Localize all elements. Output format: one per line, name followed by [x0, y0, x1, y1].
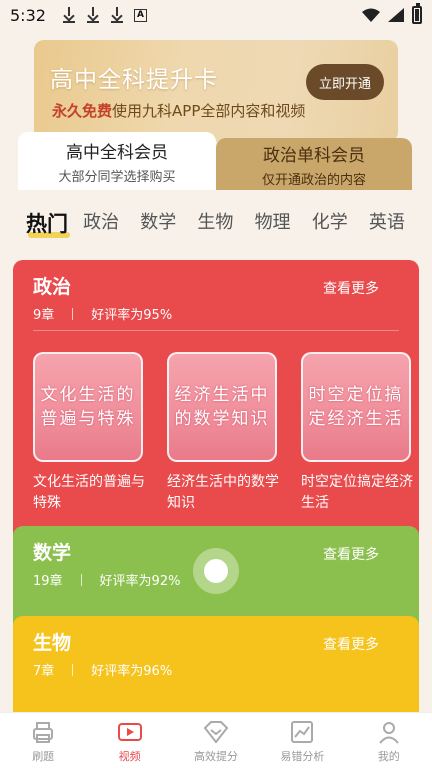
- member-tab-subtitle: 仅开通政治的内容: [261, 172, 366, 188]
- rating-text: 好评率为92%: [99, 574, 181, 589]
- course-thumbnail[interactable]: 经济生活中的数学知识: [167, 352, 277, 462]
- download-icon: [62, 7, 76, 23]
- tab-english[interactable]: 英语: [369, 208, 426, 244]
- nav-label: 刷题: [32, 749, 55, 763]
- a-notification-icon: A: [133, 8, 147, 22]
- download-icon: [110, 7, 124, 23]
- wifi-icon: [362, 8, 380, 22]
- card-meta: 7章 好评率为96%: [33, 660, 172, 679]
- chapter-count: 9章: [33, 308, 55, 323]
- banner-title: 高中全科提升卡: [50, 67, 218, 93]
- activate-now-button[interactable]: 立即开通: [306, 64, 384, 100]
- tab-all-subjects-member[interactable]: 高中全科会员 大部分同学选择购买: [18, 132, 216, 190]
- tab-politics-member[interactable]: 政治单科会员 仅开通政治的内容: [216, 138, 412, 190]
- promo-banner[interactable]: 高中全科提升卡 永久免费使用九科APP全部内容和视频 立即开通: [34, 40, 398, 142]
- user-icon: [378, 721, 399, 744]
- thumbnail-text: 时空定位搞定经济生活: [308, 385, 404, 429]
- banner-subtitle: 永久免费使用九科APP全部内容和视频: [52, 100, 305, 121]
- nav-item-error-analysis[interactable]: 易错分析: [262, 718, 342, 764]
- diamond-icon: [203, 720, 229, 744]
- floating-assistive-button[interactable]: [193, 548, 239, 594]
- battery-icon: [412, 3, 422, 24]
- nav-item-video[interactable]: 视频: [90, 718, 170, 764]
- rating-text: 好评率为95%: [91, 308, 173, 323]
- course-thumbnail[interactable]: 时空定位搞定经济生活: [301, 352, 411, 462]
- view-more-link[interactable]: 查看更多: [323, 544, 379, 564]
- view-more-link[interactable]: 查看更多: [323, 278, 379, 298]
- tab-math[interactable]: 数学: [140, 208, 197, 244]
- nav-item-practice[interactable]: 刷题: [3, 718, 83, 764]
- nav-item-me[interactable]: 我的: [349, 718, 429, 764]
- banner-subtitle-highlight: 永久免费: [52, 102, 113, 120]
- card-title: 政治: [33, 276, 72, 298]
- tab-chemistry[interactable]: 化学: [312, 208, 369, 244]
- signal-icon: [388, 8, 404, 22]
- card-meta: 9章 好评率为95%: [33, 304, 172, 323]
- nav-item-boost[interactable]: 高效提分: [176, 718, 256, 764]
- member-tab-title: 高中全科会员: [66, 142, 168, 163]
- chart-icon: [291, 720, 314, 743]
- tab-physics[interactable]: 物理: [255, 208, 312, 244]
- course-title[interactable]: 文化生活的普遍与特殊: [33, 472, 153, 514]
- biology-card: 生物 查看更多 7章 好评率为96%: [13, 616, 419, 726]
- politics-card: 政治 查看更多 9章 好评率为95% 文化生活的普遍与特殊 经济生活中的数学知识…: [13, 260, 419, 560]
- chapter-count: 19章: [33, 574, 63, 589]
- video-icon: [117, 722, 142, 741]
- nav-label: 我的: [377, 749, 400, 763]
- download-icon: [86, 7, 100, 23]
- bottom-nav: 刷题 视频 高效提分 易错分析 我的: [0, 712, 432, 768]
- tab-hot[interactable]: 热门: [26, 208, 83, 244]
- thumbnail-text: 文化生活的普遍与特殊: [40, 385, 136, 429]
- thumbnail-text: 经济生活中的数学知识: [174, 385, 270, 429]
- course-title[interactable]: 经济生活中的数学知识: [167, 472, 287, 514]
- nav-label: 视频: [118, 749, 141, 763]
- status-bar: 5:32 A: [0, 0, 432, 30]
- printer-icon: [33, 721, 54, 743]
- card-title: 数学: [33, 542, 72, 564]
- view-more-link[interactable]: 查看更多: [323, 634, 379, 654]
- card-title: 生物: [33, 632, 72, 654]
- tab-politics[interactable]: 政治: [83, 208, 140, 244]
- chapter-count: 7章: [33, 664, 55, 679]
- banner-subtitle-rest: 使用九科APP全部内容和视频: [112, 102, 306, 120]
- member-tab-subtitle: 大部分同学选择购买: [58, 169, 176, 185]
- course-title[interactable]: 时空定位搞定经济生活: [301, 472, 419, 514]
- nav-label: 高效提分: [193, 749, 238, 763]
- subject-tabs: 热门 政治 数学 生物 物理 化学 英语: [26, 208, 426, 244]
- course-thumbnail[interactable]: 文化生活的普遍与特殊: [33, 352, 143, 462]
- card-meta: 19章 好评率为92%: [33, 570, 180, 589]
- member-tab-title: 政治单科会员: [263, 145, 365, 166]
- tab-biology[interactable]: 生物: [197, 208, 254, 244]
- status-time: 5:32: [10, 5, 46, 25]
- nav-label: 易错分析: [280, 749, 325, 763]
- rating-text: 好评率为96%: [91, 664, 173, 679]
